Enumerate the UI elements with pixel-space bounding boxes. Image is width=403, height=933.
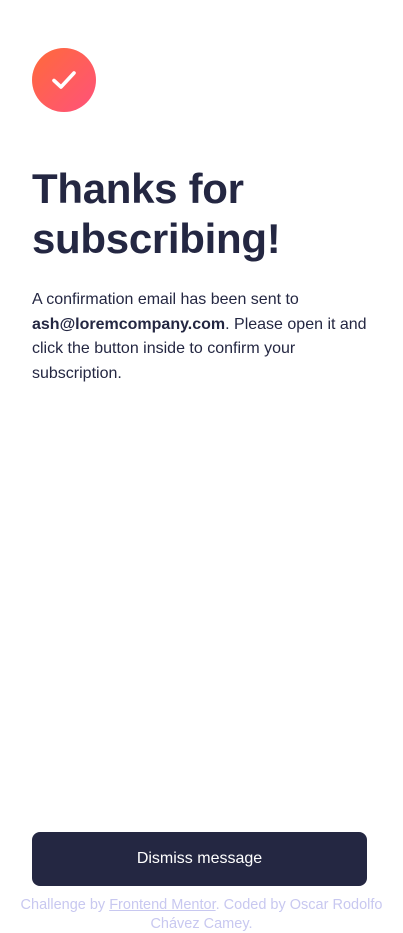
- attribution-prefix: Challenge by: [20, 897, 110, 913]
- frontend-mentor-link[interactable]: Frontend Mentor: [109, 897, 215, 913]
- dismiss-button[interactable]: Dismiss message: [32, 832, 367, 886]
- confirmation-message: A confirmation email has been sent to as…: [32, 288, 372, 386]
- check-icon: [52, 71, 76, 89]
- success-badge: [32, 48, 96, 112]
- attribution: Challenge by Frontend Mentor. Coded by O…: [0, 896, 403, 933]
- page-title: Thanks for subscribing!: [32, 165, 281, 262]
- email-address: ash@loremcompany.com: [32, 315, 226, 333]
- message-intro: A confirmation email has been sent to: [32, 291, 299, 308]
